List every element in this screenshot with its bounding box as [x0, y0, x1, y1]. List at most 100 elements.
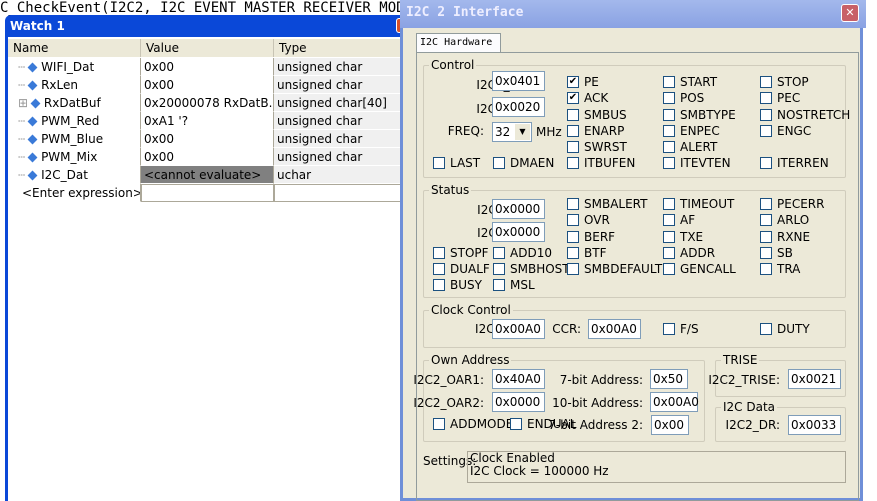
addr2-label: 7-bit Address 2: [548, 418, 643, 432]
checkbox-label: ITBUFEN [584, 156, 636, 170]
cr1-input[interactable]: 0x0401 [492, 71, 545, 91]
i2c-data-group-label: I2C Data [721, 400, 778, 414]
checkbox-stopf[interactable] [433, 247, 445, 259]
checkbox-label: ALERT [680, 140, 718, 154]
watch-row-name[interactable]: ┄ PWM_Red [8, 112, 141, 130]
checkbox-dualf[interactable] [433, 263, 445, 275]
addr10-input[interactable]: 0x00A0 [650, 392, 699, 412]
checkbox-pos[interactable] [663, 92, 675, 104]
checkbox-gencall[interactable] [663, 263, 675, 275]
oar1-input[interactable]: 0x40A0 [492, 369, 545, 389]
checkbox-nostretch[interactable] [760, 109, 772, 121]
control-group-label: Control [429, 58, 477, 72]
checkbox-pe[interactable]: ✔ [567, 76, 579, 88]
watch-row-value[interactable]: 0x00 [141, 76, 274, 94]
watch-row-name[interactable]: ⊞ RxDatBuf [8, 94, 141, 112]
checkbox-itbufen[interactable] [567, 157, 579, 169]
checkbox-berf[interactable] [567, 231, 579, 243]
checkbox-label: SMBHOST [510, 262, 570, 276]
watch-row-value[interactable]: 0x00 [141, 130, 274, 148]
checkbox-smbalert[interactable] [567, 198, 579, 210]
checkbox-label: TXE [680, 230, 704, 244]
checkbox-smbhost[interactable] [493, 263, 505, 275]
i2c-title: I2C 2 Interface [406, 5, 524, 20]
checkbox-itevten[interactable] [663, 157, 675, 169]
checkbox-smbdefault[interactable] [567, 263, 579, 275]
watch-row-value[interactable]: <cannot evaluate> [141, 166, 274, 184]
checkbox-label: PE [584, 75, 599, 89]
freq-unit: MHz [536, 125, 562, 139]
new-value-cell[interactable] [141, 184, 274, 202]
watch-row-value[interactable]: 0x20000078 RxDatB... [141, 94, 274, 112]
column-header-value[interactable]: Value [141, 39, 274, 57]
checkbox-pec[interactable] [760, 92, 772, 104]
trise-input[interactable]: 0x0021 [788, 369, 841, 389]
checkbox-addr[interactable] [663, 247, 675, 259]
variable-name: PWM_Red [41, 114, 100, 128]
checkbox-dmaen[interactable] [493, 157, 505, 169]
sr1-input[interactable]: 0x0000 [492, 199, 545, 219]
checkbox-last[interactable] [433, 157, 445, 169]
watch-row-name[interactable]: ┄ WIFI_Dat [8, 58, 141, 76]
checkbox-enarp[interactable] [567, 125, 579, 137]
checkbox-duty[interactable] [760, 323, 772, 335]
checkbox-tra[interactable] [760, 263, 772, 275]
column-header-type[interactable]: Type [274, 39, 408, 57]
variable-name: RxDatBuf [43, 96, 101, 110]
checkbox-rxne[interactable] [760, 231, 772, 243]
checkbox-arlo[interactable] [760, 214, 772, 226]
column-header-name[interactable]: Name [8, 39, 141, 57]
checkbox-fs[interactable] [663, 323, 675, 335]
watch-row-name[interactable]: ┄ PWM_Blue [8, 130, 141, 148]
checkbox-btf[interactable] [567, 247, 579, 259]
checkbox-label: RXNE [777, 230, 811, 244]
watch-row-value[interactable]: 0x00 [141, 58, 274, 76]
addr2-input[interactable]: 0x00 [651, 415, 689, 435]
checkbox-stop[interactable] [760, 76, 772, 88]
tab-i2c-hardware[interactable]: I2C Hardware [416, 33, 501, 53]
checkbox-ovr[interactable] [567, 214, 579, 226]
ccr-reg-input[interactable]: 0x00A0 [492, 319, 545, 339]
watch-row-name[interactable]: ┄ I2C_Dat [8, 166, 141, 184]
oar2-input[interactable]: 0x0000 [492, 392, 545, 412]
enter-expression[interactable]: <Enter expression> [8, 184, 141, 202]
checkbox-sb[interactable] [760, 247, 772, 259]
ccr-input[interactable]: 0x00A0 [588, 319, 641, 339]
checkbox-af[interactable] [663, 214, 675, 226]
i2c-close-button[interactable]: ✕ [841, 4, 859, 22]
checkbox-addmode[interactable] [433, 418, 445, 430]
variable-icon [27, 134, 38, 145]
status-group-label: Status [429, 183, 472, 197]
watch-row-name[interactable]: ┄ RxLen [8, 76, 141, 94]
addr7-input[interactable]: 0x50 [650, 369, 688, 389]
sr2-input[interactable]: 0x0000 [492, 222, 545, 242]
checkbox-pecerr[interactable] [760, 198, 772, 210]
checkbox-add10[interactable] [493, 247, 505, 259]
cr2-input[interactable]: 0x0020 [492, 97, 545, 117]
checkbox-label: BUSY [450, 278, 482, 292]
checkbox-smbus[interactable] [567, 109, 579, 121]
checkbox-swrst[interactable] [567, 141, 579, 153]
checkbox-ack[interactable]: ✔ [567, 92, 579, 104]
freq-select[interactable]: 32 ▼ [492, 122, 532, 142]
checkbox-start[interactable] [663, 76, 675, 88]
checkbox-label: SWRST [584, 140, 627, 154]
checkbox-alert[interactable] [663, 141, 675, 153]
dr-input[interactable]: 0x0033 [788, 415, 841, 435]
watch-row-name[interactable]: ┄ PWM_Mix [8, 148, 141, 166]
checkbox-engc[interactable] [760, 125, 772, 137]
watch-row-value[interactable]: 0xA1 '? [141, 112, 274, 130]
checkbox-enpec[interactable] [663, 125, 675, 137]
chevron-down-icon[interactable]: ▼ [515, 124, 530, 140]
checkbox-msl[interactable] [493, 279, 505, 291]
checkbox-txe[interactable] [663, 231, 675, 243]
checkbox-endual[interactable] [510, 418, 522, 430]
watch-row-type: unsigned char [274, 58, 408, 76]
variable-icon [27, 170, 38, 181]
watch-title: Watch 1 [10, 19, 65, 33]
checkbox-iterren[interactable] [760, 157, 772, 169]
checkbox-timeout[interactable] [663, 198, 675, 210]
checkbox-busy[interactable] [433, 279, 445, 291]
checkbox-smbtype[interactable] [663, 109, 675, 121]
watch-row-value[interactable]: 0x00 [141, 148, 274, 166]
